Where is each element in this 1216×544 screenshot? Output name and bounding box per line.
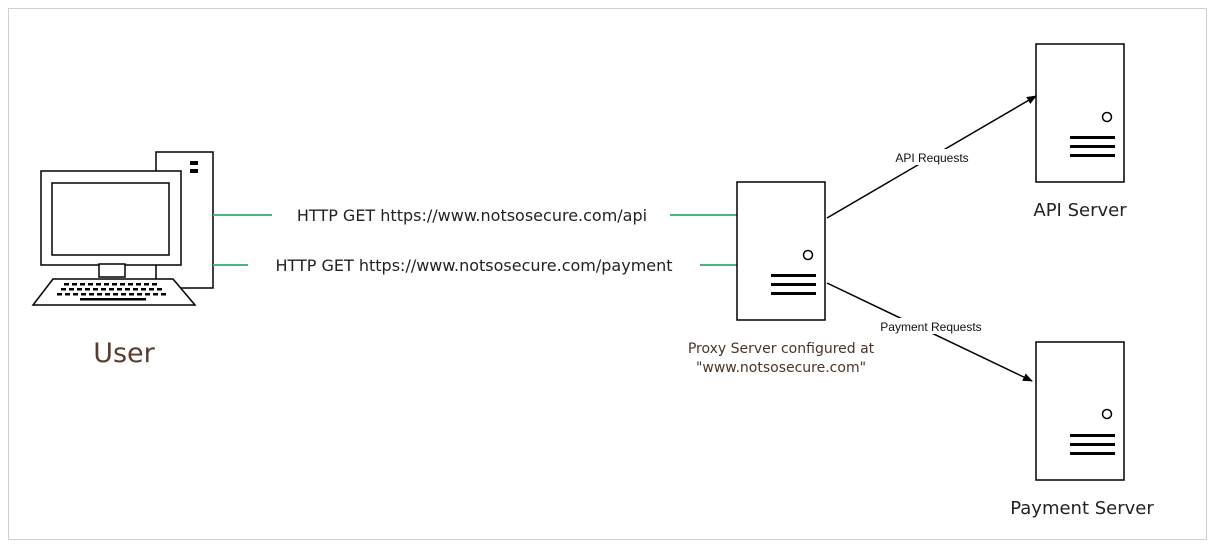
proxy-label-line2: "www.notsosecure.com": [696, 360, 866, 376]
payment-server-label: Payment Server: [1010, 498, 1154, 519]
proxy-label-line1: Proxy Server configured at: [688, 341, 875, 357]
proxy-server-icon: [736, 181, 826, 321]
api-server-icon: [1035, 43, 1125, 183]
payment-server-icon: [1035, 341, 1125, 481]
network-diagram: User HTTP GET https://www.notsosecure.co…: [8, 8, 1207, 540]
user-label: User: [93, 338, 155, 369]
api-request-label: HTTP GET https://www.notsosecure.com/api: [297, 206, 647, 225]
payment-route-label: Payment Requests: [880, 320, 981, 334]
desktop-computer-icon: [31, 151, 214, 306]
api-server-label: API Server: [1033, 200, 1127, 221]
api-route-label: API Requests: [895, 151, 968, 165]
payment-request-label: HTTP GET https://www.notsosecure.com/pay…: [275, 256, 672, 275]
